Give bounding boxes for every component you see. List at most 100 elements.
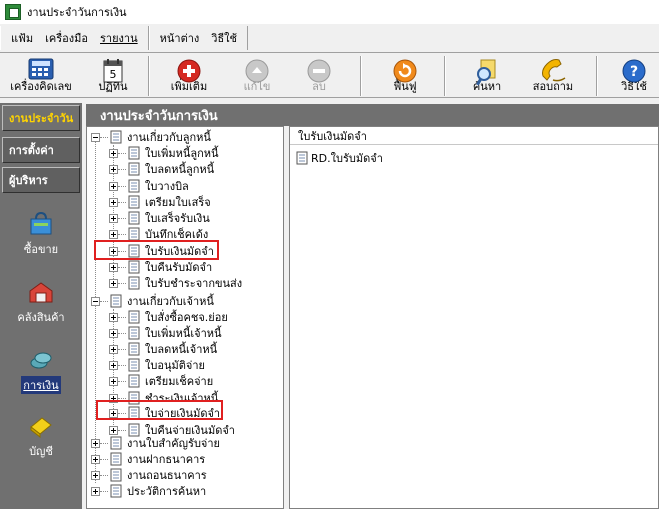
toolbar: เครื่องคิดเลข 5 ปฏิทิน เพิ่มเติม แก้ไข ล…: [0, 52, 659, 98]
highlight-box: [94, 240, 219, 260]
tree-node[interactable]: ใบรับชำระจากขนส่ง: [109, 275, 242, 291]
toolbar-separator: [596, 56, 598, 96]
shopping-icon: [30, 211, 52, 235]
menu-window[interactable]: หน้าต่าง: [154, 29, 206, 47]
sidebar-item-trade[interactable]: ซื้อขาย: [2, 207, 80, 271]
help-button[interactable]: ? วิธีใช้: [612, 55, 656, 97]
tree-node[interactable]: เตรียมใบเสร็จ: [109, 194, 211, 210]
tree-node[interactable]: ใบสั่งซื้อคชจ.ย่อย: [109, 309, 228, 325]
detail-pane: ใบรับเงินมัดจำ RD.ใบรับมัดจำ: [289, 126, 659, 509]
menu-tools[interactable]: เครื่องมือ: [39, 29, 94, 47]
expand-icon[interactable]: [109, 278, 118, 288]
sidebar-tab-daily[interactable]: งานประจำวัน: [2, 105, 80, 131]
add-button[interactable]: เพิ่มเติม: [164, 55, 214, 97]
menu-help[interactable]: วิธีใช้: [205, 29, 243, 47]
edit-icon: [245, 59, 269, 83]
tree-node[interactable]: ใบลดหนี้เจ้าหนี้: [109, 341, 217, 357]
help-icon: ?: [622, 59, 646, 83]
expand-icon[interactable]: [91, 438, 100, 448]
expand-icon[interactable]: [109, 344, 118, 354]
sidebar-tab-settings[interactable]: การตั้งค่า: [2, 137, 80, 163]
tree-node[interactable]: ใบเพิ่มหนี้ลูกหนี้: [109, 145, 219, 161]
expand-icon[interactable]: [109, 360, 118, 370]
document-icon: [110, 452, 122, 466]
warehouse-icon: [29, 282, 53, 303]
restore-button[interactable]: ฟื้นฟู: [380, 55, 430, 97]
tree-node[interactable]: ใบคืนรับมัดจำ: [109, 259, 212, 275]
search-button[interactable]: ค้นหา: [462, 55, 512, 97]
calculator-icon: [28, 58, 54, 80]
expand-icon[interactable]: [109, 425, 118, 435]
expand-icon[interactable]: [109, 376, 118, 386]
tree-node-label: ใบลดหนี้ลูกหนี้: [145, 163, 215, 176]
sidebar-item-finance[interactable]: การเงิน: [2, 343, 80, 407]
expand-icon[interactable]: [109, 197, 118, 207]
title-bar: งานประจำวันการเงิน: [0, 0, 659, 24]
sidebar-item-inventory[interactable]: คลังสินค้า: [2, 275, 80, 339]
report-file-item[interactable]: RD.ใบรับมัดจำ: [296, 149, 658, 167]
expand-icon[interactable]: [109, 328, 118, 338]
expand-icon[interactable]: [109, 181, 118, 191]
expand-icon[interactable]: [109, 229, 118, 239]
phone-icon: [542, 59, 566, 82]
expand-icon[interactable]: [109, 164, 118, 174]
expand-icon[interactable]: [91, 454, 100, 464]
sidebar-item-label: การเงิน: [21, 376, 61, 394]
inquiry-button[interactable]: สอบถาม: [526, 55, 580, 97]
document-icon: [128, 211, 140, 225]
tree-node[interactable]: ใบอนุมัติจ่าย: [109, 357, 205, 373]
document-icon: [128, 146, 140, 160]
expand-icon[interactable]: [109, 262, 118, 272]
menu-report[interactable]: รายงาน: [94, 29, 144, 47]
delete-button[interactable]: ลบ: [294, 55, 344, 97]
tree-node[interactable]: งานเกี่ยวกับเจ้าหนี้: [91, 293, 214, 309]
detail-header: ใบรับเงินมัดจำ: [290, 127, 658, 145]
tree-view[interactable]: งานเกี่ยวกับลูกหนี้ ใบเพิ่มหนี้ลูกหนี้ ใ…: [86, 126, 284, 509]
edit-button[interactable]: แก้ไข: [232, 55, 282, 97]
sidebar-item-label: คลังสินค้า: [17, 311, 65, 324]
document-icon: [110, 436, 122, 450]
document-icon: [128, 162, 140, 176]
tree-node[interactable]: ใบเสร็จรับเงิน: [109, 210, 210, 226]
tree-node[interactable]: เตรียมเช็คจ่าย: [109, 373, 213, 389]
svg-text:5: 5: [110, 68, 117, 81]
document-icon: [128, 179, 140, 193]
tree-node[interactable]: ใบเพิ่มหนี้เจ้าหนี้: [109, 325, 222, 341]
expand-icon[interactable]: [109, 213, 118, 223]
tree-node-label: ประวัติการค้นหา: [127, 485, 207, 498]
tree-node[interactable]: งานฝากธนาคาร: [91, 451, 205, 467]
add-icon: [177, 59, 201, 83]
search-icon: [476, 59, 496, 86]
menu-bar: แฟ้ม เครื่องมือ รายงาน หน้าต่าง วิธีใช้: [0, 25, 659, 51]
document-icon: [128, 195, 140, 209]
sidebar-tab-executive[interactable]: ผู้บริหาร: [2, 167, 80, 193]
expand-icon[interactable]: [91, 486, 100, 496]
expand-icon[interactable]: [109, 148, 118, 158]
document-icon: [110, 484, 122, 498]
calendar-button[interactable]: 5 ปฏิทิน: [88, 55, 138, 97]
highlight-box: [96, 400, 223, 420]
expand-icon[interactable]: [91, 470, 100, 480]
menu-group-main: แฟ้ม เครื่องมือ รายงาน: [0, 26, 149, 50]
calculator-button[interactable]: เครื่องคิดเลข: [4, 55, 78, 97]
document-icon: [110, 294, 122, 308]
tree-node[interactable]: งานถอนธนาคาร: [91, 467, 207, 483]
expand-icon[interactable]: [109, 312, 118, 322]
menu-group-window: หน้าต่าง วิธีใช้: [148, 26, 248, 50]
tree-node[interactable]: ประวัติการค้นหา: [91, 483, 206, 499]
tree-node[interactable]: ใบวางบิล: [109, 178, 189, 194]
tree-line: [95, 137, 96, 297]
document-icon: [128, 260, 140, 274]
tree-node[interactable]: งานใบสำคัญรับจ่าย: [91, 435, 220, 451]
toolbar-separator: [360, 56, 362, 96]
sidebar-item-accounting[interactable]: บัญชี: [2, 409, 80, 473]
tree-node[interactable]: ใบลดหนี้ลูกหนี้: [109, 161, 214, 177]
collapse-icon[interactable]: [91, 296, 100, 306]
document-icon: [110, 468, 122, 482]
collapse-icon[interactable]: [91, 132, 100, 142]
refresh-icon: [393, 59, 417, 83]
tree-node[interactable]: งานเกี่ยวกับลูกหนี้: [91, 129, 211, 145]
tree-node-label: ใบรับชำระจากขนส่ง: [145, 277, 243, 290]
menu-file[interactable]: แฟ้ม: [5, 29, 39, 47]
sidebar: งานประจำวัน การตั้งค่า ผู้บริหาร ซื้อขาย…: [0, 103, 82, 509]
